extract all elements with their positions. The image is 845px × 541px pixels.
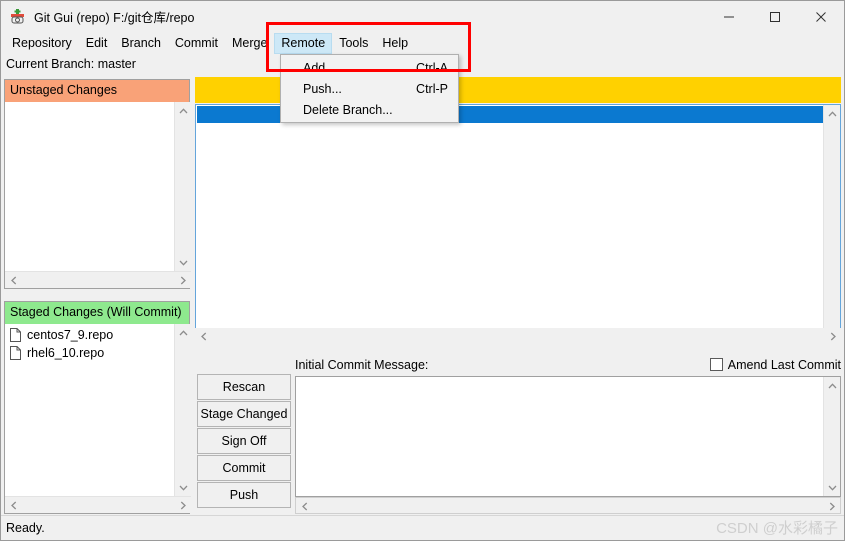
- scroll-down-icon[interactable]: [824, 479, 841, 496]
- unstaged-file-list[interactable]: [5, 102, 173, 271]
- menu-edit[interactable]: Edit: [79, 33, 115, 54]
- menu-merge[interactable]: Merge: [225, 33, 274, 54]
- menu-bar: Repository Edit Branch Commit Merge Remo…: [1, 32, 844, 54]
- staged-changes-header: Staged Changes (Will Commit): [5, 302, 189, 324]
- scroll-up-icon[interactable]: [175, 324, 192, 341]
- menu-help[interactable]: Help: [375, 33, 415, 54]
- scroll-right-icon[interactable]: [824, 328, 841, 345]
- amend-last-commit-checkbox[interactable]: Amend Last Commit: [709, 357, 841, 372]
- staged-file-list[interactable]: centos7_9.repo rhel6_10.repo: [5, 324, 173, 496]
- maximize-button[interactable]: [752, 1, 798, 32]
- scroll-up-icon[interactable]: [824, 377, 841, 394]
- unstaged-file-list-body: [5, 102, 191, 288]
- commit-horizontal-scrollbar[interactable]: [295, 497, 841, 514]
- menu-commit[interactable]: Commit: [168, 33, 225, 54]
- unstaged-vertical-scrollbar[interactable]: [174, 102, 191, 271]
- scroll-left-icon[interactable]: [5, 497, 22, 514]
- rescan-button[interactable]: Rescan: [197, 374, 291, 400]
- git-gui-window: Git Gui (repo) F:/git仓库/repo Repository …: [0, 0, 845, 541]
- scroll-left-icon[interactable]: [195, 328, 212, 345]
- close-button[interactable]: [798, 1, 844, 32]
- checkbox-box[interactable]: [709, 358, 723, 371]
- push-button[interactable]: Push: [197, 482, 291, 508]
- menu-item-push-label: Push...: [303, 81, 342, 96]
- stage-changed-button[interactable]: Stage Changed: [197, 401, 291, 427]
- unstaged-changes-header: Unstaged Changes: [5, 80, 189, 102]
- menu-tools[interactable]: Tools: [332, 33, 375, 54]
- file-icon: [10, 328, 21, 342]
- file-icon: [10, 346, 21, 360]
- scroll-left-icon[interactable]: [296, 498, 313, 515]
- watermark: CSDN @水彩橘子: [716, 520, 838, 537]
- menu-item-add[interactable]: Add... Ctrl-A: [281, 57, 458, 78]
- status-text: Ready.: [6, 521, 45, 535]
- file-name: rhel6_10.repo: [27, 346, 105, 360]
- menu-remote[interactable]: Remote: [274, 32, 333, 54]
- staged-horizontal-scrollbar[interactable]: [5, 496, 191, 513]
- diff-text-box[interactable]: [195, 104, 841, 345]
- scroll-up-icon[interactable]: [175, 102, 192, 119]
- menu-branch[interactable]: Branch: [114, 33, 168, 54]
- list-item[interactable]: centos7_9.repo: [5, 326, 173, 344]
- status-bar: Ready. CSDN @水彩橘子: [1, 515, 844, 540]
- staged-vertical-scrollbar[interactable]: [174, 324, 191, 496]
- git-gui-icon: [9, 8, 26, 25]
- window-title: Git Gui (repo) F:/git仓库/repo: [34, 11, 195, 25]
- diff-horizontal-scrollbar[interactable]: [195, 328, 841, 345]
- menu-item-delete-branch-label: Delete Branch...: [303, 102, 393, 117]
- action-button-column: Rescan Stage Changed Sign Off Commit Pus…: [197, 374, 291, 509]
- commit-button[interactable]: Commit: [197, 455, 291, 481]
- commit-message-textarea[interactable]: [295, 376, 841, 497]
- list-item[interactable]: rhel6_10.repo: [5, 344, 173, 362]
- scroll-right-icon[interactable]: [174, 272, 191, 289]
- remote-menu-dropdown: Add... Ctrl-A Push... Ctrl-P Delete Bran…: [280, 54, 459, 123]
- diff-vertical-scrollbar[interactable]: [823, 105, 840, 344]
- file-name: centos7_9.repo: [27, 328, 114, 342]
- scroll-right-icon[interactable]: [174, 497, 191, 514]
- unstaged-changes-panel: Unstaged Changes: [4, 79, 191, 289]
- staged-file-list-body: centos7_9.repo rhel6_10.repo: [5, 324, 191, 513]
- scroll-left-icon[interactable]: [5, 272, 22, 289]
- changes-column: Unstaged Changes Staged Changes (Will Co…: [4, 79, 191, 514]
- commit-message-header: Initial Commit Message: Amend Last Commi…: [295, 355, 841, 374]
- sign-off-button[interactable]: Sign Off: [197, 428, 291, 454]
- window-controls: [706, 1, 844, 32]
- scroll-down-icon[interactable]: [175, 479, 192, 496]
- menu-item-delete-branch[interactable]: Delete Branch...: [281, 99, 458, 120]
- title-bar: Git Gui (repo) F:/git仓库/repo: [1, 1, 844, 32]
- menu-item-add-accel: Ctrl-A: [416, 60, 448, 75]
- scroll-down-icon[interactable]: [175, 254, 192, 271]
- commit-vertical-scrollbar[interactable]: [823, 377, 840, 496]
- menu-item-push-accel: Ctrl-P: [416, 81, 448, 96]
- menu-item-add-label: Add...: [303, 60, 336, 75]
- staged-changes-panel: Staged Changes (Will Commit) centos7_9.r…: [4, 301, 191, 514]
- scroll-right-icon[interactable]: [823, 498, 840, 515]
- minimize-button[interactable]: [706, 1, 752, 32]
- menu-repository[interactable]: Repository: [5, 33, 79, 54]
- unstaged-horizontal-scrollbar[interactable]: [5, 271, 191, 288]
- commit-message-label: Initial Commit Message:: [295, 357, 429, 372]
- amend-last-commit-label: Amend Last Commit: [727, 357, 841, 372]
- scroll-up-icon[interactable]: [824, 105, 841, 122]
- menu-item-push[interactable]: Push... Ctrl-P: [281, 78, 458, 99]
